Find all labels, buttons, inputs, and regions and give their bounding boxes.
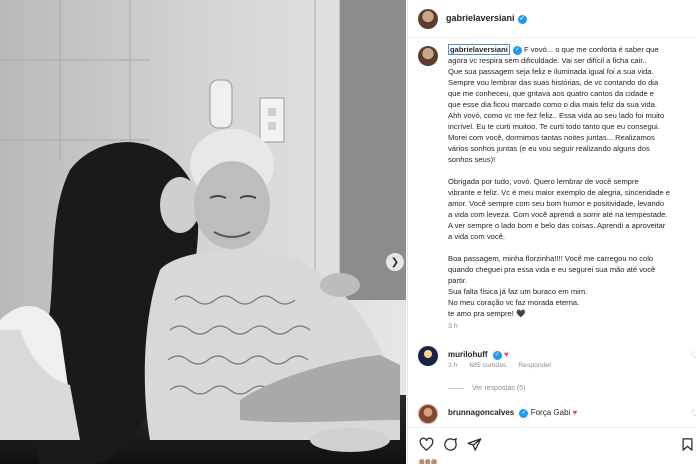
comment-item: murilohuff ✓ ♥ 3 h 685 curtidas Responde… [418,346,696,376]
avatar[interactable] [418,8,438,29]
comment-text: Força Gabi [530,408,571,417]
share-icon[interactable] [466,436,482,452]
heart-icon[interactable] [418,436,434,452]
comment-heart-text: ♥ [504,350,509,359]
caption-time: 3 h [448,323,458,330]
caption-text: gabrielaversiani ✓ F vovó... o que me con… [448,44,692,319]
reply-button[interactable]: Responder [518,362,551,369]
view-replies-button[interactable]: Ver respostas (5) [448,385,525,392]
comment-time: 3 h [448,362,458,369]
comment-username[interactable]: brunnagoncalves [448,408,514,417]
photo-illustration [0,0,406,464]
comment-meta: 3 h 685 curtidas Responder [448,362,562,369]
post-panel: gabrielaversiani ✓ gabrielaversiani ✓ F vo… [407,0,696,464]
header-username[interactable]: gabrielaversiani ✓ [446,13,527,24]
comment-avatar[interactable] [418,346,438,366]
comment-avatar[interactable] [418,404,438,424]
action-bar [408,427,696,464]
comment-username[interactable]: murilohuff [448,350,488,359]
post-header: gabrielaversiani ✓ [408,0,696,38]
comment-heart-text: ♥ [572,408,578,417]
header-username-text[interactable]: gabrielaversiani [446,13,515,23]
bookmark-icon[interactable] [679,436,695,452]
caption-avatar[interactable] [418,46,438,66]
likers-avatars [418,458,438,464]
comment-line: brunnagoncalves ✓ Força Gabi ♥ [448,408,577,418]
caption-username[interactable]: gabrielaversiani [448,44,510,55]
chevron-right-icon: ❯ [390,256,400,268]
comment-line: murilohuff ✓ ♥ [448,350,509,360]
comment-like-heart-icon[interactable]: ♡ [691,408,696,419]
comment-like-heart-icon[interactable]: ♡ [691,350,696,361]
verified-icon: ✓ [517,15,527,24]
verified-icon: ✓ [492,351,502,360]
next-photo-button[interactable]: ❯ [386,253,404,271]
comment-likes[interactable]: 685 curtidas [469,362,506,369]
verified-icon: ✓ [512,46,522,55]
comment-icon[interactable] [442,436,458,452]
caption-body: F vovó... o que me conforta é saber que … [448,45,671,318]
post-photo: ❯ [0,0,406,464]
verified-icon: ✓ [519,409,529,418]
